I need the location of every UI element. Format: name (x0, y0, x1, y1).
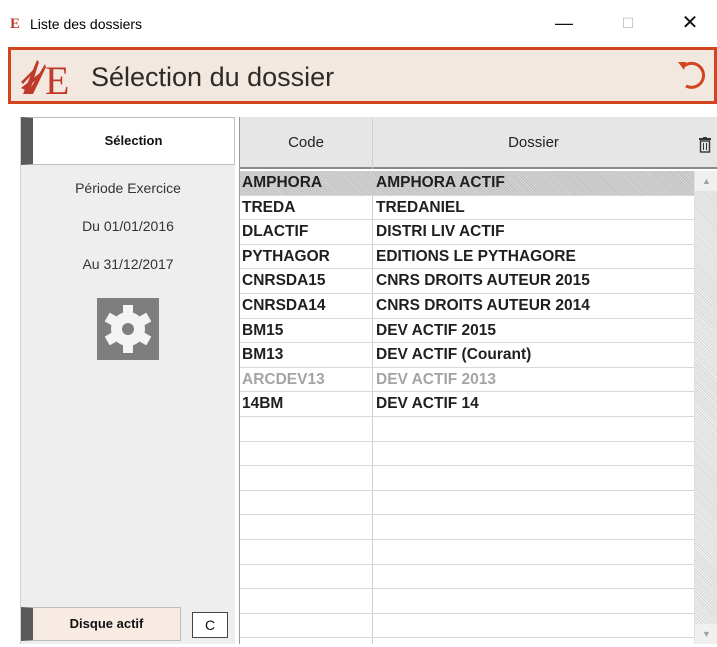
table-row[interactable]: BM13 DEV ACTIF (Courant) (240, 343, 694, 368)
close-button[interactable]: ✕ (670, 8, 710, 38)
minimize-button[interactable]: — (544, 8, 584, 38)
maximize-button[interactable]: ☐ (608, 8, 648, 38)
active-disk-label: Disque actif (69, 616, 144, 631)
empty-table-row[interactable] (240, 442, 694, 467)
cell-dossier: CNRS DROITS AUTEUR 2015 (376, 272, 590, 290)
cell-code: DLACTIF (242, 223, 309, 241)
empty-table-row[interactable] (240, 565, 694, 590)
cell-code: TREDA (242, 198, 296, 216)
table-row[interactable]: CNRSDA14 CNRS DROITS AUTEUR 2014 (240, 294, 694, 319)
date-to: Au 31/12/2017 (82, 256, 174, 272)
empty-table-row[interactable] (240, 540, 694, 565)
empty-table-row[interactable] (240, 614, 694, 639)
code-header-label: Code (288, 134, 324, 151)
table-row[interactable]: 14BM DEV ACTIF 14 (240, 392, 694, 417)
cell-dossier: DEV ACTIF (Courant) (376, 346, 532, 364)
date-from: Du 01/01/2016 (82, 218, 174, 234)
table-row[interactable]: DLACTIF DISTRI LIV ACTIF (240, 220, 694, 245)
table-body: AMPHORA AMPHORA ACTIF TREDA TREDANIEL DLACTI… (240, 171, 694, 639)
table-row[interactable]: ARCDEV13 DEV ACTIF 2013 (240, 368, 694, 393)
empty-table-row[interactable] (240, 589, 694, 614)
drive-letter-field[interactable]: C (192, 612, 228, 638)
svg-text:E: E (45, 58, 69, 100)
window-title: Liste des dossiers (30, 16, 143, 32)
scroll-up-icon[interactable]: ▲ (695, 171, 717, 191)
empty-table-row[interactable] (240, 515, 694, 540)
cell-dossier: EDITIONS LE PYTHAGORE (376, 247, 576, 265)
table-row[interactable]: AMPHORA AMPHORA ACTIF (240, 171, 694, 196)
cell-dossier: CNRS DROITS AUTEUR 2014 (376, 296, 590, 314)
column-header-code[interactable]: Code (240, 117, 372, 169)
table-row[interactable]: PYTHAGOR EDITIONS LE PYTHAGORE (240, 245, 694, 270)
cell-dossier: DEV ACTIF 2015 (376, 321, 497, 339)
table-row[interactable]: TREDA TREDANIEL (240, 196, 694, 221)
vertical-scrollbar[interactable]: ▲ ▼ (694, 171, 717, 644)
dossier-header-label: Dossier (508, 134, 559, 151)
cell-dossier: DEV ACTIF 2013 (376, 370, 497, 388)
selection-button[interactable]: Sélection (21, 117, 235, 165)
cell-code: 14BM (242, 395, 284, 413)
table-header: Code Dossier (240, 117, 717, 169)
cell-dossier: DISTRI LIV ACTIF (376, 223, 505, 241)
empty-table-row[interactable] (240, 466, 694, 491)
table-row[interactable]: CNRSDA15 CNRS DROITS AUTEUR 2015 (240, 269, 694, 294)
header-banner: E Sélection du dossier (8, 47, 717, 104)
table-row[interactable]: BM15 DEV ACTIF 2015 (240, 319, 694, 344)
window-titlebar: E Liste des dossiers — ☐ ✕ (0, 0, 717, 44)
cell-dossier: TREDANIEL (376, 198, 465, 216)
back-arrow-icon[interactable] (674, 56, 710, 92)
dossier-table: Code Dossier AMPHORA AMPHORA ACTIF TREDA TR… (239, 117, 717, 644)
gear-icon (104, 305, 152, 353)
cell-code: ARCDEV13 (242, 370, 325, 388)
active-disk-button[interactable]: Disque actif (21, 607, 181, 641)
delete-icon[interactable] (698, 137, 712, 153)
cell-code: PYTHAGOR (242, 247, 330, 265)
cell-code: CNRSDA14 (242, 296, 326, 314)
cell-code: AMPHORA (242, 174, 323, 191)
cell-dossier: AMPHORA ACTIF (376, 174, 505, 191)
cell-dossier: DEV ACTIF 14 (376, 395, 479, 413)
period-label: Période Exercice (75, 180, 181, 196)
scroll-down-icon[interactable]: ▼ (695, 624, 717, 644)
selection-button-label: Sélection (104, 133, 163, 148)
cell-code: BM13 (242, 346, 284, 364)
left-panel: Sélection Période Exercice Du 01/01/2016… (20, 117, 235, 644)
page-title: Sélection du dossier (91, 62, 335, 92)
app-logo-icon: E (21, 58, 69, 100)
empty-table-row[interactable] (240, 491, 694, 516)
cell-code: BM15 (242, 321, 284, 339)
empty-table-row[interactable] (240, 417, 694, 442)
app-logo-icon: E (10, 16, 21, 32)
settings-button[interactable] (97, 298, 159, 360)
column-header-dossier[interactable]: Dossier (372, 117, 694, 169)
cell-code: CNRSDA15 (242, 272, 326, 290)
